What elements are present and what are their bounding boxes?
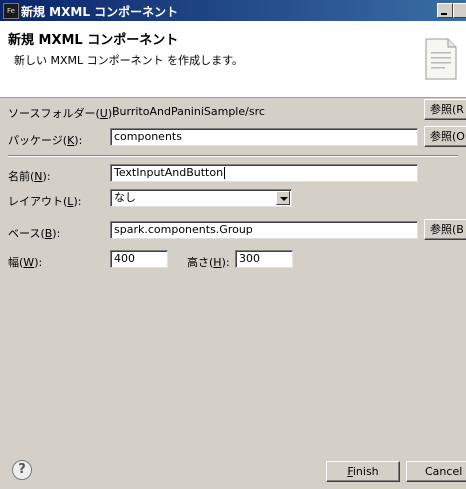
base-input[interactable]: spark.components.Group: [110, 221, 418, 239]
banner-description: 新しい MXML コンポーネント を作成します。: [14, 54, 244, 67]
browse-source-folder-button[interactable]: 参照(R: [424, 99, 466, 120]
minimize-button[interactable]: [437, 3, 453, 18]
width-input[interactable]: 400: [110, 250, 168, 268]
finish-button[interactable]: Finish: [326, 461, 400, 482]
document-icon: [425, 38, 457, 80]
banner-title: 新規 MXML コンポーネント: [8, 33, 179, 48]
layout-label: レイアウト(L):: [8, 195, 82, 208]
height-label: 高さ(H):: [187, 256, 230, 269]
package-label: パッケージ(K):: [8, 134, 83, 147]
name-label: 名前(N):: [8, 170, 51, 183]
height-input[interactable]: 300: [235, 250, 293, 268]
app-icon: Fe: [3, 3, 19, 19]
width-label: 幅(W):: [8, 256, 43, 269]
separator: [8, 155, 458, 157]
text-caret: [224, 167, 226, 179]
base-label: ベース(B):: [8, 227, 61, 240]
window-title: 新規 MXML コンポーネント: [21, 5, 179, 19]
source-folder-value: BurritoAndPaniniSample/src: [112, 105, 265, 118]
browse-base-button[interactable]: 参照(B: [424, 219, 466, 240]
title-bar: Fe 新規 MXML コンポーネント: [0, 0, 466, 21]
source-folder-label: ソースフォルダー(U):: [8, 107, 116, 120]
name-input[interactable]: TextInputAndButton: [110, 164, 418, 182]
browse-package-button[interactable]: 参照(O: [424, 126, 466, 147]
chevron-down-icon[interactable]: [276, 191, 290, 205]
package-input[interactable]: components: [110, 128, 418, 146]
layout-select[interactable]: なし: [110, 189, 292, 207]
help-icon[interactable]: ?: [12, 460, 32, 480]
layout-selected-value: なし: [114, 191, 136, 204]
maximize-button[interactable]: [453, 3, 466, 18]
wizard-banner: 新規 MXML コンポーネント 新しい MXML コンポーネント を作成します。: [0, 21, 466, 98]
cancel-button[interactable]: Cancel: [406, 461, 466, 482]
